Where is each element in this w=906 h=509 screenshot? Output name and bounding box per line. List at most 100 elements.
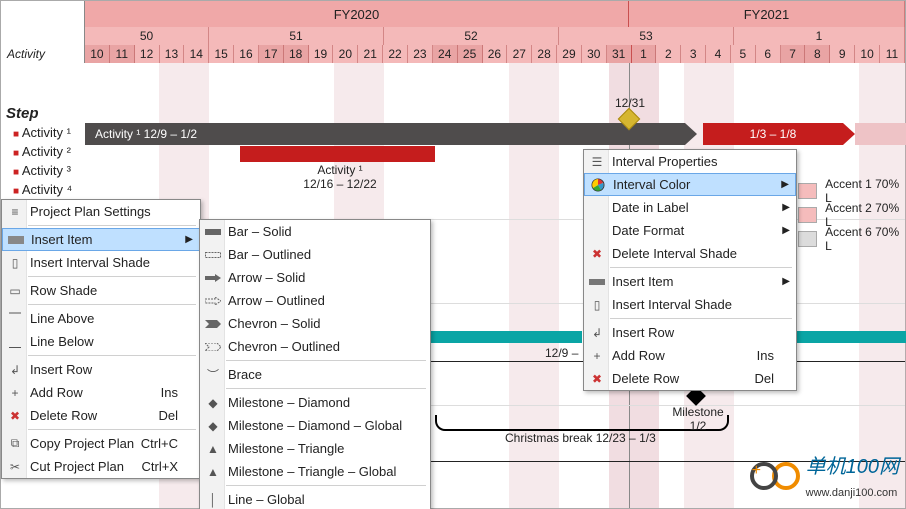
- opt-ms-diamond-global[interactable]: ◆Milestone – Diamond – Global: [200, 414, 430, 437]
- day-cell[interactable]: 18: [284, 45, 309, 63]
- vline-icon: │: [204, 491, 222, 509]
- day-cell[interactable]: 11: [880, 45, 905, 63]
- day-cell[interactable]: 5: [731, 45, 756, 63]
- menu-copy[interactable]: ⧉Copy Project PlanCtrl+C: [2, 432, 200, 455]
- day-cell[interactable]: 12: [135, 45, 160, 63]
- arrow-outlined-icon: [204, 292, 222, 310]
- interval-sub-red[interactable]: [240, 146, 435, 162]
- opt-ms-triangle-global[interactable]: ▲Milestone – Triangle – Global: [200, 460, 430, 483]
- copy-icon: ⧉: [6, 435, 24, 453]
- week-cell[interactable]: 1: [734, 27, 905, 45]
- context-menu-row[interactable]: ≡Project Plan Settings Insert Item▶ ▯Ins…: [1, 199, 201, 479]
- day-cell[interactable]: 25: [458, 45, 483, 63]
- opt-chevron-outlined[interactable]: Chevron – Outlined: [200, 335, 430, 358]
- week-cell[interactable]: 53: [559, 27, 734, 45]
- insert-row-icon: ↲: [588, 324, 606, 342]
- day-cell[interactable]: 8: [805, 45, 830, 63]
- week-cell[interactable]: 50: [85, 27, 209, 45]
- day-cell[interactable]: 2: [656, 45, 681, 63]
- step-item[interactable]: Activity ⁴: [13, 181, 72, 200]
- menu-del-shade[interactable]: ✖Delete Interval Shade: [584, 242, 796, 265]
- menu-line-above[interactable]: ⎺Line Above: [2, 307, 200, 330]
- menu-c-insert-item[interactable]: Insert Item▶: [584, 270, 796, 293]
- menu-cut[interactable]: ✂Cut Project PlanCtrl+X: [2, 455, 200, 478]
- day-cell[interactable]: 24: [433, 45, 458, 63]
- day-cell[interactable]: 1: [632, 45, 657, 63]
- interval-activity-1[interactable]: Activity ¹ 12/9 – 1/2: [85, 123, 697, 145]
- interval-pale[interactable]: [855, 123, 906, 145]
- day-cell[interactable]: 30: [582, 45, 607, 63]
- day-cell[interactable]: 10: [85, 45, 110, 63]
- opt-line-global[interactable]: │Line – Global: [200, 488, 430, 509]
- day-cell[interactable]: 27: [507, 45, 532, 63]
- week-cell[interactable]: 51: [209, 27, 384, 45]
- day-cell[interactable]: 11: [110, 45, 135, 63]
- day-cell[interactable]: 22: [383, 45, 408, 63]
- opt-ms-diamond[interactable]: ◆Milestone – Diamond: [200, 391, 430, 414]
- menu-insert-row[interactable]: ↲Insert Row: [2, 358, 200, 381]
- day-cell[interactable]: 4: [706, 45, 731, 63]
- day-cell[interactable]: 6: [756, 45, 781, 63]
- submenu-insert-item[interactable]: Bar – Solid Bar – Outlined Arrow – Solid…: [199, 219, 431, 509]
- step-item[interactable]: Activity ¹: [13, 124, 72, 143]
- day-cell[interactable]: 23: [408, 45, 433, 63]
- step-heading: Step: [6, 105, 39, 122]
- opt-bar-solid[interactable]: Bar – Solid: [200, 220, 430, 243]
- day-cell[interactable]: 7: [781, 45, 806, 63]
- menu-add-row[interactable]: +Add RowIns: [2, 381, 200, 404]
- interval-second[interactable]: 1/3 – 1/8: [703, 123, 855, 145]
- menu-int-color[interactable]: Interval Color▶: [584, 173, 796, 196]
- day-cell[interactable]: 16: [234, 45, 259, 63]
- opt-arrow-outlined[interactable]: Arrow – Outlined: [200, 289, 430, 312]
- day-cell[interactable]: 3: [681, 45, 706, 63]
- menu-row-shade[interactable]: ▭Row Shade: [2, 279, 200, 302]
- christmas-label: Christmas break 12/23 – 1/3: [505, 431, 656, 445]
- step-item[interactable]: Activity ³: [13, 162, 72, 181]
- menu-delete-row[interactable]: ✖Delete RowDel: [2, 404, 200, 427]
- header-fy-row: FY2020 FY2021: [1, 1, 905, 27]
- opt-ms-triangle[interactable]: ▲Milestone – Triangle: [200, 437, 430, 460]
- day-cell[interactable]: 21: [358, 45, 383, 63]
- menu-insert-item[interactable]: Insert Item▶: [2, 228, 200, 251]
- menu-line-below[interactable]: ⎽Line Below: [2, 330, 200, 353]
- opt-brace[interactable]: ︶Brace: [200, 363, 430, 386]
- week-cell[interactable]: 52: [384, 27, 559, 45]
- interval-teal-b[interactable]: [797, 331, 906, 343]
- day-cell[interactable]: 9: [830, 45, 855, 63]
- day-cell[interactable]: 14: [184, 45, 209, 63]
- diamond-icon: ◆: [204, 394, 222, 412]
- day-cell[interactable]: 15: [209, 45, 234, 63]
- gantt-app: ≡ FY2020 FY2021 50 51 52 53 1 Activity 1…: [0, 0, 906, 509]
- menu-date-label[interactable]: Date in Label▶: [584, 196, 796, 219]
- triangle-line-icon: ▲: [204, 463, 222, 481]
- swatch-accent6[interactable]: Accent 6 70% L: [798, 225, 905, 253]
- menu-settings[interactable]: ≡Project Plan Settings: [2, 200, 200, 223]
- day-cell[interactable]: 31: [607, 45, 632, 63]
- opt-arrow-solid[interactable]: Arrow – Solid: [200, 266, 430, 289]
- menu-insert-shade[interactable]: ▯Insert Interval Shade: [2, 251, 200, 274]
- opt-bar-outlined[interactable]: Bar – Outlined: [200, 243, 430, 266]
- step-item[interactable]: Activity ²: [13, 143, 72, 162]
- day-cell[interactable]: 17: [259, 45, 284, 63]
- day-cell[interactable]: 10: [855, 45, 880, 63]
- menu-int-props[interactable]: ☰Interval Properties: [584, 150, 796, 173]
- day-cell[interactable]: 26: [483, 45, 508, 63]
- menu-c-insert-shade[interactable]: ▯Insert Interval Shade: [584, 293, 796, 316]
- day-cell[interactable]: 28: [532, 45, 557, 63]
- opt-chevron-solid[interactable]: Chevron – Solid: [200, 312, 430, 335]
- insert-row-icon: ↲: [6, 361, 24, 379]
- day-cell[interactable]: 20: [333, 45, 358, 63]
- day-cell[interactable]: 13: [160, 45, 185, 63]
- menu-c-add-row[interactable]: +Add RowIns: [584, 344, 796, 367]
- menu-date-format[interactable]: Date Format▶: [584, 219, 796, 242]
- fy-right[interactable]: FY2021: [629, 1, 905, 27]
- line-below-icon: ⎽: [6, 333, 24, 351]
- day-cell[interactable]: 19: [309, 45, 334, 63]
- menu-c-delete-row[interactable]: ✖Delete RowDel: [584, 367, 796, 390]
- chevron-right-icon: ▶: [782, 276, 790, 287]
- day-cell[interactable]: 29: [557, 45, 582, 63]
- fy-left[interactable]: FY2020: [85, 1, 629, 27]
- context-menu-interval[interactable]: ☰Interval Properties Interval Color▶ Dat…: [583, 149, 797, 391]
- chevron-solid-icon: [204, 315, 222, 333]
- menu-c-insert-row[interactable]: ↲Insert Row: [584, 321, 796, 344]
